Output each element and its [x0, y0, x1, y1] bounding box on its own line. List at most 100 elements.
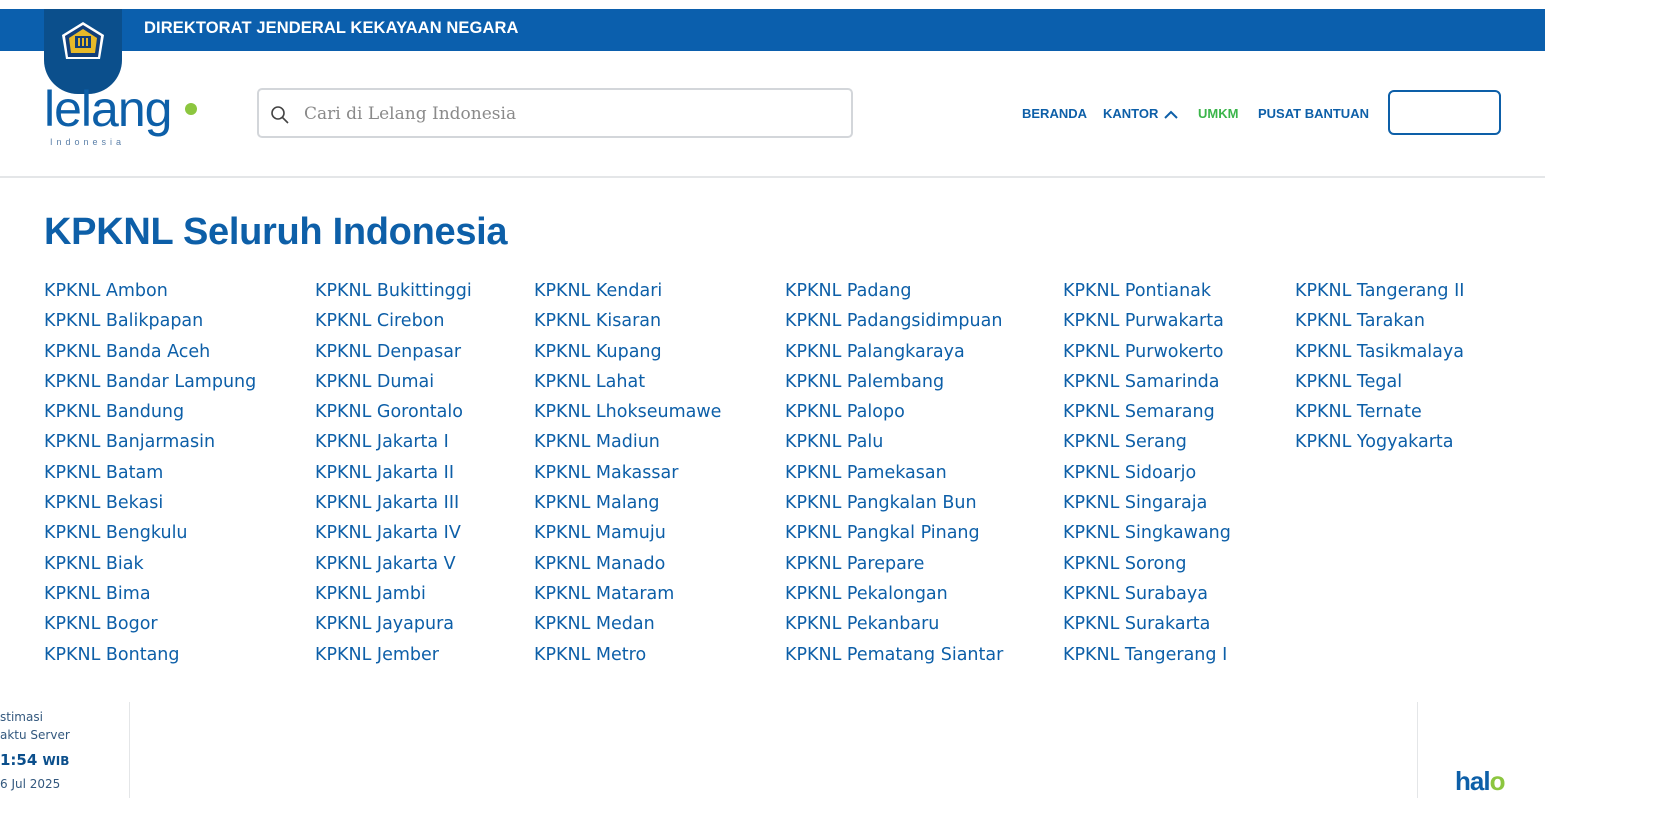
nav-umkm[interactable]: UMKM	[1198, 106, 1238, 121]
kpknl-link[interactable]: KPKNL Jambi	[315, 583, 472, 613]
kpknl-link[interactable]: KPKNL Batam	[44, 462, 256, 492]
kpknl-link[interactable]: KPKNL Balikpapan	[44, 310, 256, 340]
kpknl-link[interactable]: KPKNL Manado	[534, 553, 721, 583]
kpknl-link[interactable]: KPKNL Banjarmasin	[44, 431, 256, 461]
search-input[interactable]	[302, 90, 846, 138]
kpknl-link[interactable]: KPKNL Purwokerto	[1063, 341, 1231, 371]
kpknl-link[interactable]: KPKNL Tarakan	[1295, 310, 1464, 340]
kpknl-link[interactable]: KPKNL Palu	[785, 431, 1003, 461]
kpknl-link[interactable]: KPKNL Jakarta V	[315, 553, 472, 583]
kpknl-link[interactable]: KPKNL Lhokseumawe	[534, 401, 721, 431]
kpknl-link[interactable]: KPKNL Tegal	[1295, 371, 1464, 401]
kpknl-link[interactable]: KPKNL Palembang	[785, 371, 1003, 401]
kpknl-link[interactable]: KPKNL Parepare	[785, 553, 1003, 583]
kpknl-link[interactable]: KPKNL Jakarta II	[315, 462, 472, 492]
kpknl-link[interactable]: KPKNL Pontianak	[1063, 280, 1231, 310]
kpknl-link[interactable]: KPKNL Kendari	[534, 280, 721, 310]
kpknl-link[interactable]: KPKNL Padangsidimpuan	[785, 310, 1003, 340]
kpknl-link[interactable]: KPKNL Semarang	[1063, 401, 1231, 431]
kpknl-link[interactable]: KPKNL Palopo	[785, 401, 1003, 431]
kpknl-link[interactable]: KPKNL Jakarta IV	[315, 522, 472, 552]
kpknl-link[interactable]: KPKNL Medan	[534, 613, 721, 643]
kpknl-link[interactable]: KPKNL Mamuju	[534, 522, 721, 552]
kemenkeu-emblem-icon	[62, 22, 104, 59]
halo-logo-text: hal	[1455, 766, 1491, 796]
estimate-label-line2: aktu Server	[0, 728, 70, 742]
kpknl-link[interactable]: KPKNL Kisaran	[534, 310, 721, 340]
kpknl-link[interactable]: KPKNL Palangkaraya	[785, 341, 1003, 371]
server-time: 1:54 WIB	[0, 751, 69, 769]
kpknl-link[interactable]: KPKNL Purwakarta	[1063, 310, 1231, 340]
kpknl-link[interactable]: KPKNL Tasikmalaya	[1295, 341, 1464, 371]
kpknl-link[interactable]: KPKNL Serang	[1063, 431, 1231, 461]
kpknl-link[interactable]: KPKNL Ambon	[44, 280, 256, 310]
nav-beranda[interactable]: BERANDA	[1022, 106, 1087, 121]
server-timezone: WIB	[42, 754, 70, 768]
top-banner: DIREKTORAT JENDERAL KEKAYAAN NEGARA	[0, 9, 1545, 51]
kpknl-link[interactable]: KPKNL Jember	[315, 644, 472, 674]
kpknl-link[interactable]: KPKNL Bima	[44, 583, 256, 613]
kpknl-link[interactable]: KPKNL Pekalongan	[785, 583, 1003, 613]
kpknl-link[interactable]: KPKNL Pematang Siantar	[785, 644, 1003, 674]
kpknl-link[interactable]: KPKNL Bandung	[44, 401, 256, 431]
kpknl-link[interactable]: KPKNL Banda Aceh	[44, 341, 256, 371]
kpknl-link[interactable]: KPKNL Bukittinggi	[315, 280, 472, 310]
halo-logo-o: o	[1489, 766, 1506, 796]
kpknl-link[interactable]: KPKNL Jakarta III	[315, 492, 472, 522]
kpknl-link[interactable]: KPKNL Makassar	[534, 462, 721, 492]
kpknl-link[interactable]: KPKNL Bengkulu	[44, 522, 256, 552]
kpknl-link[interactable]: KPKNL Malang	[534, 492, 721, 522]
kpknl-link[interactable]: KPKNL Padang	[785, 280, 1003, 310]
kpknl-link[interactable]: KPKNL Dumai	[315, 371, 472, 401]
kpknl-link[interactable]: KPKNL Biak	[44, 553, 256, 583]
footer-divider-right	[1417, 702, 1418, 798]
kpknl-link[interactable]: KPKNL Cirebon	[315, 310, 472, 340]
kpknl-column-6: KPKNL Tangerang II KPKNL Tarakan KPKNL Tas…	[1295, 280, 1464, 462]
kpknl-link[interactable]: KPKNL Bontang	[44, 644, 256, 674]
kpknl-link[interactable]: KPKNL Ternate	[1295, 401, 1464, 431]
kpknl-link[interactable]: KPKNL Jakarta I	[315, 431, 472, 461]
nav-pusat-bantuan[interactable]: PUSAT BANTUAN	[1258, 106, 1369, 121]
kpknl-link[interactable]: KPKNL Pangkal Pinang	[785, 522, 1003, 552]
kpknl-link[interactable]: KPKNL Mataram	[534, 583, 721, 613]
kpknl-link[interactable]: KPKNL Sidoarjo	[1063, 462, 1231, 492]
lelang-logo[interactable]: lelang Indonesia	[44, 81, 204, 152]
kpknl-link[interactable]: KPKNL Bekasi	[44, 492, 256, 522]
kpknl-column-5: KPKNL Pontianak KPKNL Purwakarta KPKNL Pur…	[1063, 280, 1231, 674]
halo-logo[interactable]: halo	[1455, 766, 1506, 797]
page-title: KPKNL Seluruh Indonesia	[44, 211, 508, 253]
kpknl-link[interactable]: KPKNL Singaraja	[1063, 492, 1231, 522]
login-button[interactable]	[1388, 90, 1501, 135]
kpknl-link[interactable]: KPKNL Pekanbaru	[785, 613, 1003, 643]
kpknl-link[interactable]: KPKNL Tangerang II	[1295, 280, 1464, 310]
kpknl-link[interactable]: KPKNL Lahat	[534, 371, 721, 401]
kpknl-link[interactable]: KPKNL Bandar Lampung	[44, 371, 256, 401]
kpknl-link[interactable]: KPKNL Madiun	[534, 431, 721, 461]
kpknl-link[interactable]: KPKNL Jayapura	[315, 613, 472, 643]
kpknl-link[interactable]: KPKNL Sorong	[1063, 553, 1231, 583]
kpknl-link[interactable]: KPKNL Bogor	[44, 613, 256, 643]
server-time-value: 1:54	[0, 751, 38, 769]
kpknl-link[interactable]: KPKNL Gorontalo	[315, 401, 472, 431]
kpknl-link[interactable]: KPKNL Pangkalan Bun	[785, 492, 1003, 522]
kpknl-link[interactable]: KPKNL Samarinda	[1063, 371, 1231, 401]
kpknl-link[interactable]: KPKNL Pamekasan	[785, 462, 1003, 492]
kpknl-column-2: KPKNL Bukittinggi KPKNL Cirebon KPKNL Denp…	[315, 280, 472, 674]
kpknl-link[interactable]: KPKNL Yogyakarta	[1295, 431, 1464, 461]
kpknl-link[interactable]: KPKNL Tangerang I	[1063, 644, 1231, 674]
logo-subtitle: Indonesia	[50, 137, 126, 147]
kpknl-link[interactable]: KPKNL Kupang	[534, 341, 721, 371]
agency-title: DIREKTORAT JENDERAL KEKAYAAN NEGARA	[144, 19, 519, 37]
kpknl-column-4: KPKNL Padang KPKNL Padangsidimpuan KPKNL P…	[785, 280, 1003, 674]
logo-wordmark: lelang	[44, 81, 172, 137]
kpknl-link[interactable]: KPKNL Metro	[534, 644, 721, 674]
search-icon	[271, 106, 289, 124]
kpknl-column-3: KPKNL Kendari KPKNL Kisaran KPKNL Kupang KP…	[534, 280, 721, 674]
logo-dot-icon	[185, 103, 197, 115]
kpknl-link[interactable]: KPKNL Singkawang	[1063, 522, 1231, 552]
search-box[interactable]	[257, 88, 853, 138]
nav-kantor[interactable]: KANTOR	[1103, 106, 1178, 121]
kpknl-link[interactable]: KPKNL Surabaya	[1063, 583, 1231, 613]
kpknl-link[interactable]: KPKNL Denpasar	[315, 341, 472, 371]
kpknl-link[interactable]: KPKNL Surakarta	[1063, 613, 1231, 643]
